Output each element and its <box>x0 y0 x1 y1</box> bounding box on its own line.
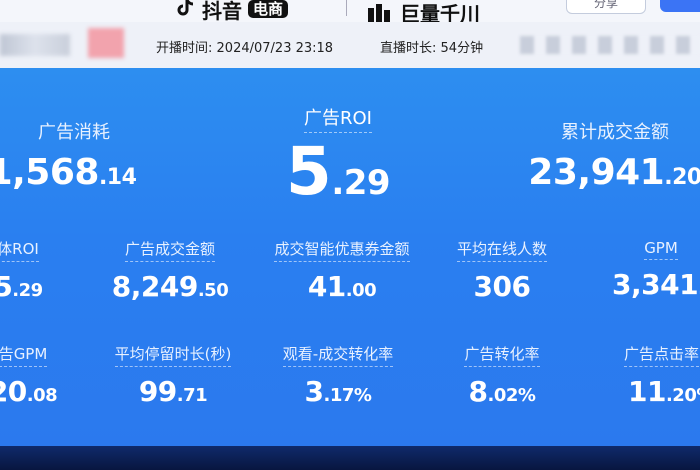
metric-label: 成交智能优惠券金额 <box>274 238 410 262</box>
duration-value: 54分钟 <box>440 41 484 56</box>
metric-label: 观看-成交转化率 <box>282 343 394 367</box>
metric-avg-online[interactable]: 平均在线人数 306 <box>437 238 567 303</box>
metric-ad-conversion[interactable]: 广告转化率 8.02% <box>440 343 564 408</box>
metric-label: 广告转化率 <box>464 343 540 367</box>
metric-overall-roi[interactable]: 体ROI 5.29 <box>0 238 58 303</box>
metric-label: GPM <box>644 239 678 260</box>
metric-label: 广告消耗 <box>38 122 110 143</box>
metric-label: 平均停留时长(秒) <box>114 343 232 367</box>
blurred-account-name <box>0 34 70 56</box>
metric-ad-gmv[interactable]: 广告成交金额 8,249.50 <box>100 238 240 303</box>
metric-label: 累计成交金额 <box>561 122 669 143</box>
metric-value: 1,568.14 <box>0 152 137 193</box>
metric-view-conversion[interactable]: 观看-成交转化率 3.17% <box>258 343 418 408</box>
metric-ad-gpm[interactable]: 告GPM 20.08 <box>0 343 68 408</box>
duration-label: 直播时长: <box>380 41 437 56</box>
metric-value: 20.08 <box>0 375 58 408</box>
metric-label: 告GPM <box>0 343 48 367</box>
start-time: 开播时间: 2024/07/23 23:18 <box>156 37 333 56</box>
metric-ad-roi[interactable]: 广告ROI 5.29 <box>248 104 428 210</box>
metric-value: 8,249.50 <box>111 270 229 303</box>
metric-value: 306 <box>473 270 531 303</box>
metric-coupon-amount[interactable]: 成交智能优惠券金额 41.00 <box>252 238 432 303</box>
start-time-value: 2024/07/23 23:18 <box>216 41 334 56</box>
primary-action-button[interactable] <box>660 0 700 12</box>
douyin-logo[interactable]: 抖音 电商 <box>176 0 289 23</box>
metrics-dashboard: 广告消耗 1,568.14 广告ROI 5.29 累计成交金额 23,941.2… <box>0 68 700 446</box>
douyin-logo-text: 抖音 <box>202 0 242 23</box>
top-header: 抖音 电商 巨量千川 分享 <box>0 0 700 26</box>
metric-label: 体ROI <box>0 238 39 262</box>
metric-ad-spend[interactable]: 广告消耗 1,568.14 <box>0 118 152 193</box>
douyin-note-icon <box>177 0 194 16</box>
metric-value: 3,341. <box>612 268 700 301</box>
blurred-info-right <box>520 36 700 54</box>
metric-value: 5.29 <box>0 270 43 303</box>
ecommerce-tag: 电商 <box>248 0 289 18</box>
metric-label: 广告成交金额 <box>124 238 215 262</box>
metric-value: 5.29 <box>285 133 391 210</box>
metric-value: 11.20% <box>628 375 700 408</box>
metric-value: 8.02% <box>468 375 536 408</box>
juliang-logo-icon <box>368 3 390 22</box>
metric-value: 3.17% <box>304 375 372 408</box>
metric-value: 99.71 <box>138 375 208 408</box>
blurred-avatar <box>88 28 124 58</box>
metric-label: 广告点击率 <box>624 343 700 367</box>
metric-ad-ctr[interactable]: 广告点击率 11.20% <box>610 343 700 408</box>
metric-label: 平均在线人数 <box>456 238 547 262</box>
metric-value: 41.00 <box>307 270 377 303</box>
metric-value: 23,941.20 <box>528 152 700 193</box>
metric-label: 广告ROI <box>304 104 372 133</box>
metric-avg-stay[interactable]: 平均停留时长(秒) 99.71 <box>100 343 246 408</box>
live-info-bar: 开播时间: 2024/07/23 23:18 直播时长: 54分钟 <box>0 22 700 68</box>
share-button[interactable]: 分享 <box>566 0 646 14</box>
metric-gpm[interactable]: GPM 3,341. <box>606 238 700 301</box>
bottom-dark-strip <box>0 446 700 470</box>
header-divider <box>346 0 347 16</box>
live-duration: 直播时长: 54分钟 <box>380 37 483 56</box>
metric-total-gmv[interactable]: 累计成交金额 23,941.20 <box>520 118 700 193</box>
start-time-label: 开播时间: <box>156 41 213 56</box>
